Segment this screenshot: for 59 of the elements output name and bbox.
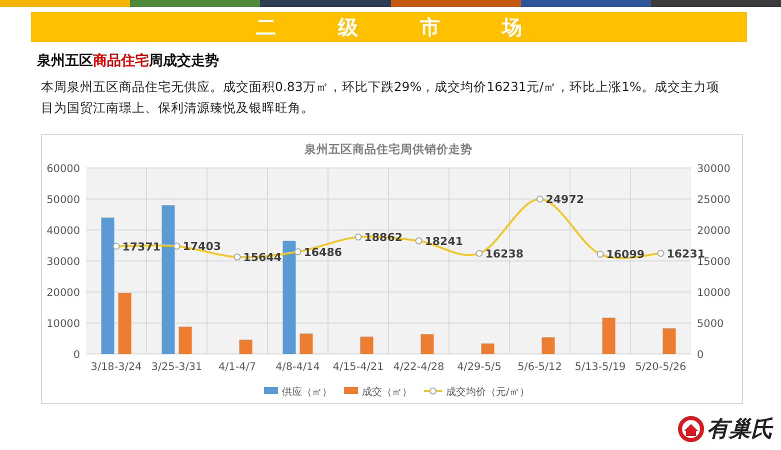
bar <box>118 292 132 354</box>
axis-tick-label: 10000 <box>46 318 80 330</box>
point <box>354 234 362 241</box>
axis-tick-label: 4/1-4/7 <box>218 361 256 373</box>
legend-label: 成交（㎡） <box>362 387 412 398</box>
axis-tick-label: 4/22-4/28 <box>393 361 444 373</box>
point <box>596 250 604 258</box>
axis-tick-label: 10000 <box>697 287 730 299</box>
heading-text: 周成交走势 <box>149 52 219 70</box>
banner-title: 二级市场 <box>255 14 584 40</box>
axis-tick-label: 30000 <box>697 163 730 175</box>
bar <box>360 336 374 354</box>
legend-label: 成交均价（元/㎡） <box>446 387 530 398</box>
bar <box>420 334 434 354</box>
axis-tick-label: 40000 <box>46 225 80 237</box>
data-label: 24972 <box>546 193 584 206</box>
point <box>234 254 241 260</box>
logo-text: 有巢氏 <box>707 416 773 444</box>
legend-label: 供应（㎡） <box>282 387 332 398</box>
axis-tick-label: 25000 <box>697 194 730 206</box>
axis-tick-label: 5000 <box>697 318 724 330</box>
axis-tick-label: 20000 <box>697 225 730 237</box>
axis-tick-label: 0 <box>697 349 704 361</box>
axis-tick-label: 3/18-3/24 <box>90 361 142 373</box>
axis-tick-label: 30000 <box>46 256 80 268</box>
data-label: 16238 <box>485 247 524 260</box>
summary-paragraph: 本周泉州五区商品住宅无供应。成交面积0.83万㎡，环比下跌29%，成交均价16231元/㎡，环比上涨1%。成交主力项目为国贸江南璟上、保利清源臻悦及银晖旺角。 <box>41 78 720 117</box>
axis-tick-label: 5/20-5/26 <box>635 361 686 373</box>
axis-tick-label: 4/8-4/14 <box>276 361 320 373</box>
bar <box>239 340 252 354</box>
heading-text: 泉州五区 <box>37 52 93 70</box>
axis-tick-label: 3/25-3/31 <box>151 361 202 373</box>
data-label: 18241 <box>424 234 464 248</box>
point <box>476 250 483 257</box>
axis-tick-label: 4/15-4/21 <box>332 361 384 373</box>
bar <box>602 318 616 354</box>
point <box>657 250 664 257</box>
point <box>415 237 422 244</box>
bar <box>178 326 192 354</box>
legend-swatch <box>344 387 358 394</box>
axis-tick-label: 4/29-5/5 <box>457 361 502 373</box>
data-label: 16486 <box>304 246 342 259</box>
chart-title: 泉州五区商品住宅周供销价走势 <box>304 142 472 156</box>
point <box>112 242 120 250</box>
point <box>536 196 544 203</box>
legend-line-icon <box>424 388 442 394</box>
point <box>173 242 180 250</box>
legend-swatch <box>264 387 278 394</box>
data-label: 17403 <box>182 240 222 254</box>
axis-tick-label: 60000 <box>46 163 80 175</box>
axis-tick-label: 0 <box>73 349 80 361</box>
point <box>294 248 302 256</box>
bar <box>300 334 313 354</box>
axis-tick-label: 5/6-5/12 <box>518 361 562 373</box>
axis-tick-label: 5/13-5/19 <box>574 361 626 373</box>
axis-tick-label: 50000 <box>46 194 80 206</box>
heading-text: 商品住宅 <box>93 52 149 70</box>
house-logo-icon <box>677 416 705 442</box>
axis-tick-label: 20000 <box>46 287 80 299</box>
